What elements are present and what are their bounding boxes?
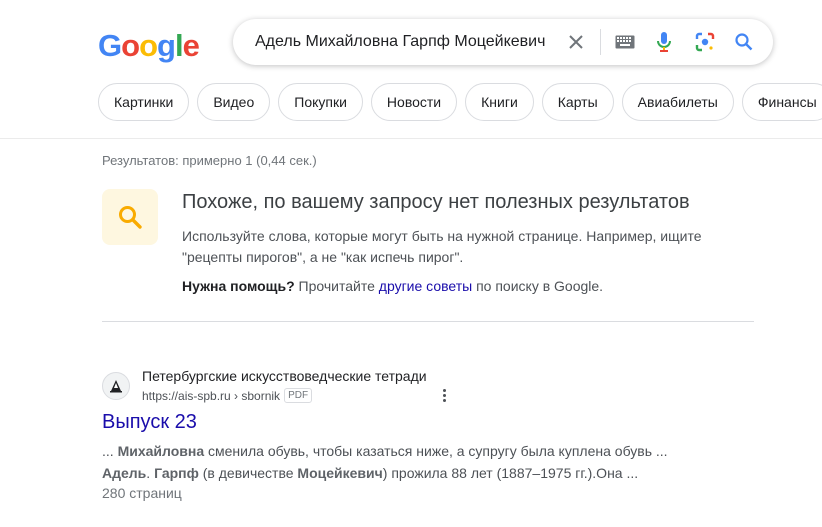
- google-logo[interactable]: Google: [98, 28, 200, 64]
- tab-flights[interactable]: Авиабилеты: [621, 83, 734, 121]
- result-title-link[interactable]: Выпуск 23: [102, 411, 197, 434]
- help-post: по поиску в Google.: [472, 278, 604, 294]
- tab-books[interactable]: Книги: [465, 83, 534, 121]
- logo-letter: o: [121, 28, 140, 63]
- help-label: Нужна помощь?: [182, 278, 295, 294]
- snippet-text: сменила обувь, чтобы казаться ниже, а су…: [204, 443, 668, 459]
- no-results-badge: [102, 189, 158, 245]
- no-results-title: Похоже, по вашему запросу нет полезных р…: [182, 191, 690, 213]
- lens-icon[interactable]: [693, 30, 717, 54]
- pdf-badge: PDF: [284, 388, 313, 403]
- result-site-name[interactable]: Петербургские искусствоведческие тетради: [142, 368, 427, 384]
- logo-letter: G: [98, 28, 122, 63]
- tab-news[interactable]: Новости: [370, 83, 458, 121]
- snippet-line: Адель. Гарпф (в девичестве Моцейкевич) п…: [102, 462, 752, 484]
- result-url-text: https://ais-spb.ru › sbornik: [142, 388, 281, 403]
- search-input[interactable]: Адель Михайловна Гарпф Моцейкевич: [255, 33, 545, 51]
- tab-video[interactable]: Видео: [197, 83, 271, 121]
- search-icon: [119, 206, 142, 229]
- advice-line: "рецепты пирогов", а не "как испечь пиро…: [182, 249, 464, 265]
- help-text: Нужна помощь? Прочитайте другие советы п…: [182, 278, 603, 294]
- result-snippet: ... Михайловна сменила обувь, чтобы каза…: [102, 440, 752, 484]
- section-divider: [102, 321, 754, 322]
- tab-finance[interactable]: Финансы: [741, 83, 822, 121]
- no-results-advice: Используйте слова, которые могут быть на…: [182, 226, 742, 268]
- keyboard-icon[interactable]: [613, 30, 637, 54]
- logo-letter: g: [157, 28, 176, 63]
- snippet-text: ...: [102, 443, 118, 459]
- snippet-text: ) прожила 88 лет (1887–1975 гг.).Она ...: [382, 465, 639, 481]
- tab-maps[interactable]: Карты: [541, 83, 614, 121]
- site-favicon[interactable]: [102, 372, 130, 400]
- logo-letter: e: [182, 28, 200, 63]
- tab-shopping[interactable]: Покупки: [278, 83, 363, 121]
- search-icon[interactable]: [732, 30, 756, 54]
- search-box[interactable]: Адель Михайловна Гарпф Моцейкевич: [233, 19, 773, 65]
- tab-images[interactable]: Картинки: [98, 83, 190, 121]
- close-icon[interactable]: [564, 30, 588, 54]
- page-count: 280 страниц: [102, 485, 182, 501]
- more-options-icon[interactable]: [437, 386, 451, 404]
- snippet-text: .: [146, 465, 155, 481]
- header-divider: [0, 138, 822, 139]
- search-tabs: Картинки Видео Покупки Новости Книги Кар…: [98, 83, 822, 121]
- snippet-highlight: Моцейкевич: [297, 465, 383, 481]
- search-divider: [600, 29, 601, 55]
- snippet-highlight: Гарпф: [154, 465, 199, 481]
- tips-link[interactable]: другие советы: [379, 278, 472, 294]
- result-url[interactable]: https://ais-spb.ru › sbornik PDF: [142, 388, 313, 403]
- snippet-line: ... Михайловна сменила обувь, чтобы каза…: [102, 440, 752, 462]
- mic-icon[interactable]: [652, 30, 676, 54]
- help-pre: Прочитайте: [294, 278, 379, 294]
- logo-letter: l: [174, 28, 184, 63]
- logo-letter: o: [139, 28, 158, 63]
- advice-line: Используйте слова, которые могут быть на…: [182, 228, 702, 244]
- result-stats: Результатов: примерно 1 (0,44 сек.): [102, 153, 317, 168]
- snippet-highlight: Адель: [102, 465, 147, 481]
- snippet-text: (в девичестве: [198, 465, 298, 481]
- snippet-highlight: Михайловна: [117, 443, 205, 459]
